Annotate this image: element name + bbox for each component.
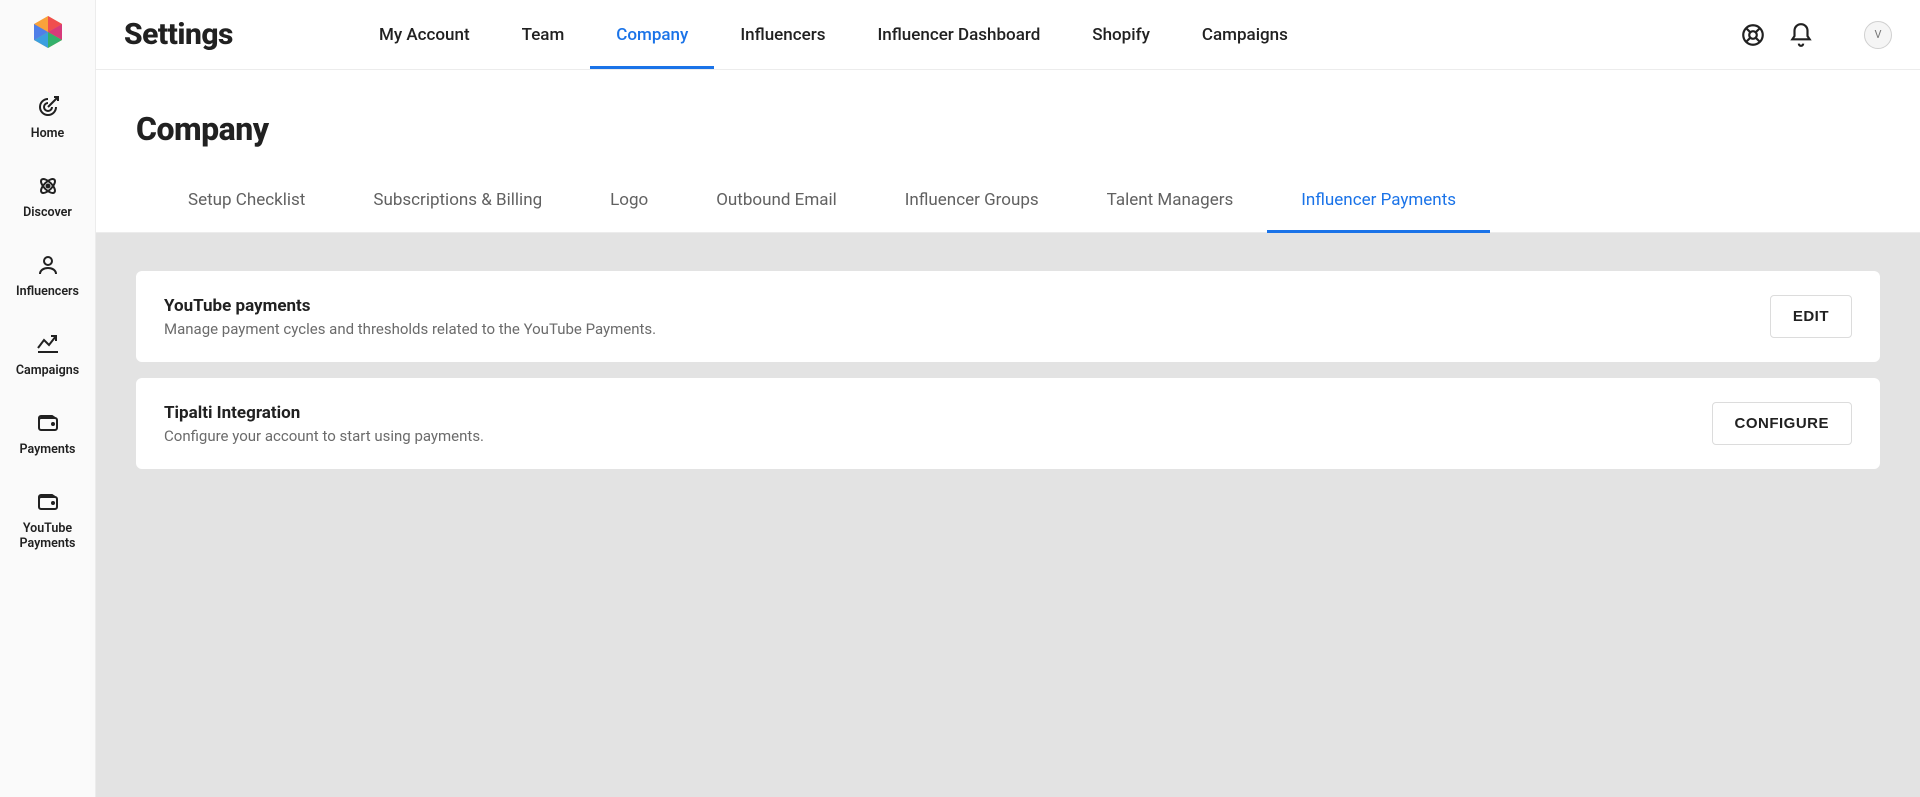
sidebar-item-discover[interactable]: Discover [0,159,95,238]
discover-icon [35,173,61,199]
sidebar-item-label: Home [27,126,69,141]
card-desc: Manage payment cycles and thresholds rel… [164,320,656,338]
topnav-my-account[interactable]: My Account [353,0,496,69]
section-tabs: Setup Checklist Subscriptions & Billing … [96,168,1920,233]
card-desc: Configure your account to start using pa… [164,427,484,445]
bell-icon[interactable] [1788,22,1814,48]
topnav-shopify[interactable]: Shopify [1066,0,1176,69]
sidebar-item-campaigns[interactable]: Campaigns [0,317,95,396]
tab-influencer-payments[interactable]: Influencer Payments [1267,168,1490,232]
sidebar-item-payments[interactable]: Payments [0,396,95,475]
edit-button[interactable]: EDIT [1770,295,1852,338]
topbar-actions: V [1740,0,1892,69]
subheader: Company [96,70,1920,168]
avatar[interactable]: V [1864,21,1892,49]
tab-influencer-groups[interactable]: Influencer Groups [871,168,1073,232]
topnav: My Account Team Company Influencers Infl… [353,0,1314,69]
configure-button[interactable]: CONFIGURE [1712,402,1853,445]
target-icon [35,94,61,120]
wallet-icon [35,489,61,515]
content: YouTube payments Manage payment cycles a… [96,233,1920,797]
topnav-influencers[interactable]: Influencers [714,0,851,69]
topbar: Settings My Account Team Company Influen… [96,0,1920,70]
tab-subscriptions-billing[interactable]: Subscriptions & Billing [339,168,576,232]
help-icon[interactable] [1740,22,1766,48]
tab-logo[interactable]: Logo [576,168,682,232]
sidebar-item-label: Influencers [12,284,83,299]
sidebar-item-label: Campaigns [12,363,83,378]
sidebar-item-youtube-payments[interactable]: YouTube Payments [0,475,95,569]
sidebar-item-home[interactable]: Home [0,80,95,159]
app-logo-icon[interactable] [30,14,66,50]
main: Settings My Account Team Company Influen… [96,0,1920,797]
subheader-title: Company [136,110,1880,148]
sidebar-item-label: YouTube Payments [16,521,80,551]
sidebar-item-label: Payments [16,442,80,457]
tab-setup-checklist[interactable]: Setup Checklist [154,168,339,232]
sidebar: Home Discover Influencers [0,0,96,797]
topnav-company[interactable]: Company [590,0,714,69]
card-title: YouTube payments [164,296,656,316]
card-title: Tipalti Integration [164,403,484,423]
trend-icon [35,331,61,357]
person-icon [35,252,61,278]
page-title: Settings [124,0,233,69]
topnav-campaigns[interactable]: Campaigns [1176,0,1314,69]
topnav-team[interactable]: Team [496,0,591,69]
card-tipalti-integration: Tipalti Integration Configure your accou… [136,378,1880,469]
sidebar-item-influencers[interactable]: Influencers [0,238,95,317]
sidebar-item-label: Discover [19,205,76,220]
tab-outbound-email[interactable]: Outbound Email [682,168,871,232]
topnav-influencer-dashboard[interactable]: Influencer Dashboard [851,0,1066,69]
tab-talent-managers[interactable]: Talent Managers [1073,168,1268,232]
card-youtube-payments: YouTube payments Manage payment cycles a… [136,271,1880,362]
wallet-icon [35,410,61,436]
